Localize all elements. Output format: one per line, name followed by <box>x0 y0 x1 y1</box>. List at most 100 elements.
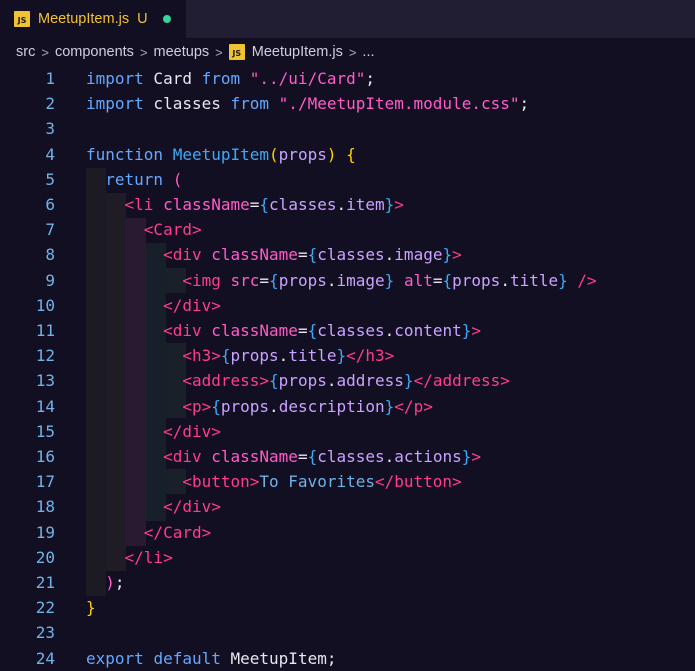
line-number: 17 <box>35 472 55 492</box>
code-token: classes <box>269 195 337 214</box>
code-token: </div> <box>163 295 221 315</box>
code-line[interactable]: 20 </li> <box>0 545 695 570</box>
js-file-icon: JS <box>228 44 245 60</box>
line-number: 10 <box>35 295 55 315</box>
tab-bar: JS MeetupItem.js U <box>0 0 695 38</box>
code-token: = <box>297 321 308 340</box>
breadcrumb-components[interactable]: components <box>55 44 134 60</box>
code-token: props <box>278 371 327 391</box>
line-number: 12 <box>35 346 55 366</box>
code-token: </Card> <box>143 522 212 542</box>
code-text: <Card> <box>86 217 202 242</box>
line-number: 3 <box>45 119 55 139</box>
code-token: { <box>442 270 453 290</box>
code-text: <img src={props.image} alt={props.title}… <box>86 268 596 293</box>
code-text: <div className={classes.actions}> <box>86 444 481 469</box>
code-token: } <box>461 321 472 340</box>
code-line[interactable]: 2 import classes from "./MeetupItem.modul… <box>0 91 695 116</box>
code-token: > <box>452 245 462 265</box>
code-token: > <box>471 447 482 466</box>
line-number: 6 <box>45 195 55 214</box>
code-line[interactable]: 4 function MeetupItem(props) { <box>0 142 695 167</box>
line-number: 24 <box>35 648 55 668</box>
line-number: 15 <box>35 421 55 441</box>
code-line[interactable]: 9 <img src={props.image} alt={props.titl… <box>0 268 695 293</box>
code-line[interactable]: 8 <div className={classes.image}> <box>0 242 695 267</box>
breadcrumb-file[interactable]: MeetupItem.js <box>252 44 343 60</box>
code-token: { <box>307 245 318 265</box>
code-token: <button> <box>182 472 260 492</box>
code-token: alt <box>403 270 433 290</box>
breadcrumb-more[interactable]: ... <box>362 44 374 60</box>
code-text: ); <box>86 570 124 595</box>
code-token: To Favorites <box>259 472 375 492</box>
code-line[interactable]: 3 <box>0 116 695 141</box>
code-token: image <box>336 270 385 290</box>
code-token: . <box>500 270 510 290</box>
unsaved-dot-icon[interactable] <box>162 15 171 23</box>
code-token: title <box>288 346 337 366</box>
code-token: props <box>230 346 279 366</box>
code-line[interactable]: 24 export default MeetupItem; <box>0 646 695 671</box>
code-token: { <box>269 270 279 290</box>
code-line[interactable]: 22} <box>0 595 695 620</box>
code-line[interactable]: 16 <div className={classes.actions}> <box>0 444 695 469</box>
code-line[interactable]: 12 <h3>{props.title}</h3> <box>0 343 695 368</box>
code-line[interactable]: 23 <box>0 620 695 645</box>
code-line[interactable]: 17 <button>To Favorites</button> <box>0 469 695 494</box>
code-token: ; <box>519 94 530 114</box>
code-token: props <box>278 144 327 164</box>
code-token: function <box>86 144 164 164</box>
code-line[interactable]: 19 </Card> <box>0 520 695 545</box>
code-line[interactable]: 11 <div className={classes.content}> <box>0 318 695 343</box>
line-number: 20 <box>35 547 55 567</box>
code-token: description <box>278 396 385 416</box>
line-number: 22 <box>35 598 55 618</box>
code-token: { <box>211 396 221 416</box>
code-token: </h3> <box>346 346 395 366</box>
code-line[interactable]: 13 <address>{props.address}</address> <box>0 368 695 393</box>
code-line[interactable]: 15 </div> <box>0 419 695 444</box>
code-token: } <box>384 270 395 290</box>
line-number: 2 <box>45 94 55 114</box>
code-text: <p>{props.description}</p> <box>86 394 433 419</box>
code-token: </address> <box>413 371 510 391</box>
code-token: address <box>336 371 404 391</box>
code-line[interactable]: 5 return ( <box>0 167 695 192</box>
code-token: className <box>211 447 298 466</box>
code-token: props <box>220 396 270 416</box>
code-line[interactable]: 6 <li className={classes.item}> <box>0 192 695 217</box>
code-line[interactable]: 10 </div> <box>0 293 695 318</box>
code-token: <img <box>182 270 231 290</box>
tab-meetupitem[interactable]: JS MeetupItem.js U <box>0 0 186 38</box>
code-line[interactable]: 1 import Card from "../ui/Card"; <box>0 66 695 91</box>
code-line[interactable]: 14 <p>{props.description}</p> <box>0 394 695 419</box>
breadcrumb-src[interactable]: src <box>16 44 35 60</box>
code-editor[interactable]: 1 import Card from "../ui/Card"; 2 import c… <box>0 66 695 671</box>
line-number: 1 <box>45 69 55 88</box>
code-token: } <box>403 371 414 391</box>
code-line[interactable]: 7 <Card> <box>0 217 695 242</box>
code-line[interactable]: 21 ); <box>0 570 695 595</box>
code-token: = <box>297 245 308 265</box>
code-token: = <box>249 195 260 214</box>
breadcrumb-meetups[interactable]: meetups <box>154 44 210 60</box>
line-number: 21 <box>35 573 55 592</box>
code-token: classes <box>143 94 231 114</box>
code-token: return <box>105 169 164 189</box>
code-token: . <box>384 245 395 265</box>
js-file-icon: JS <box>14 11 30 27</box>
code-token: MeetupItem <box>172 144 270 164</box>
line-number: 8 <box>45 245 55 265</box>
code-token: title <box>509 270 559 290</box>
code-line[interactable]: 18 </div> <box>0 494 695 519</box>
code-token: { <box>307 321 318 340</box>
code-text: </li> <box>86 545 173 570</box>
